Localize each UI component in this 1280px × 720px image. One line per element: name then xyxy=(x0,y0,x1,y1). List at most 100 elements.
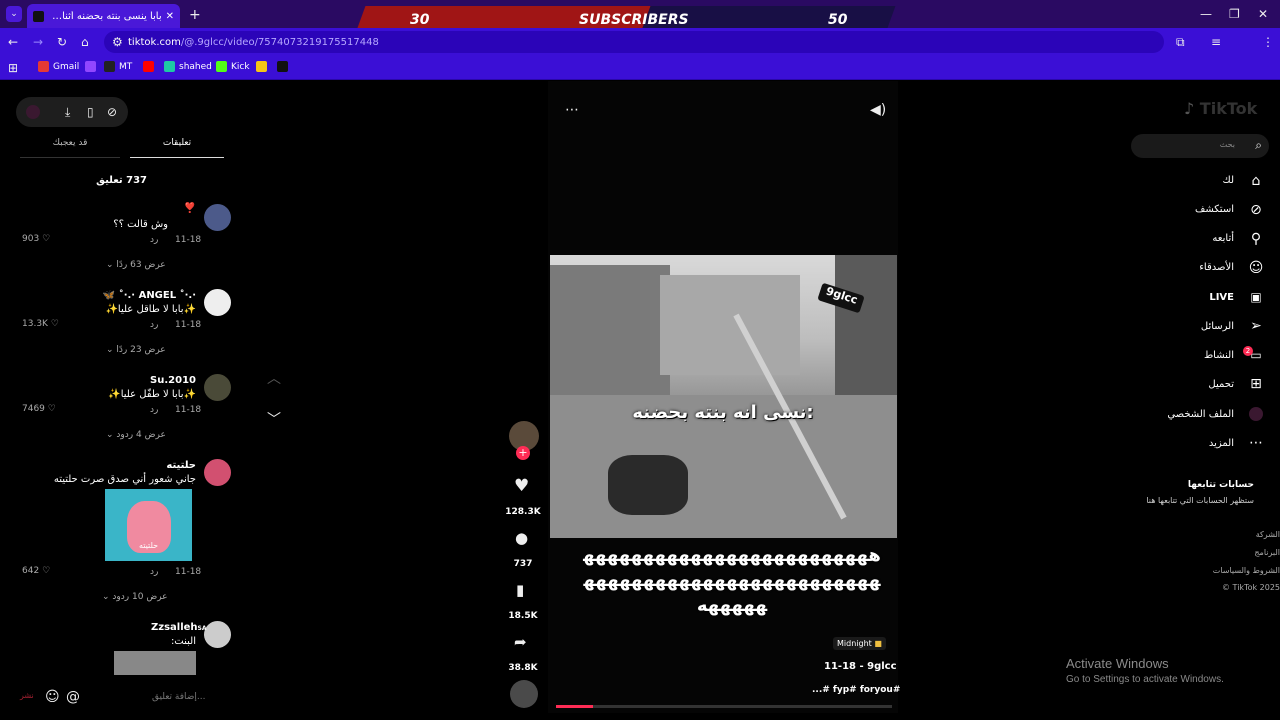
reply-button[interactable]: رد xyxy=(150,567,158,577)
bookmark-misc[interactable] xyxy=(277,61,288,72)
comment-sticker-image[interactable]: حلتيته xyxy=(105,489,192,561)
comment-image[interactable] xyxy=(114,651,196,675)
bookmark-icon[interactable]: ▮ xyxy=(516,583,524,598)
close-icon[interactable]: ✕ xyxy=(1258,8,1268,20)
bookmark-mt[interactable]: MT xyxy=(104,61,132,72)
new-tab-icon[interactable]: + xyxy=(189,8,201,22)
bookmark-twitch[interactable] xyxy=(85,61,96,72)
bookmark-kick[interactable]: Kick xyxy=(216,61,250,72)
like-heart-icon[interactable]: ♥ xyxy=(514,478,529,495)
more-options-icon[interactable]: ⋯ xyxy=(565,103,579,117)
reload-icon[interactable]: ↻ xyxy=(57,36,67,48)
view-replies[interactable]: ⌄ عرض 63 ردًا xyxy=(106,260,166,270)
nav-item-activity[interactable]: النشاط xyxy=(1204,350,1234,361)
emoji-icon[interactable]: ☺ xyxy=(45,690,60,704)
home-icon[interactable]: ⌂ xyxy=(81,36,89,48)
download-icon[interactable]: ⤓ xyxy=(65,106,70,118)
view-replies[interactable]: ⌄ عرض 23 ردًا xyxy=(106,345,166,355)
chevron-up-icon[interactable]: ︿ xyxy=(267,372,281,386)
comment-like[interactable]: 903 ♡ xyxy=(22,234,50,244)
volume-icon[interactable]: ◀) xyxy=(870,103,886,117)
reply-button[interactable]: رد xyxy=(150,405,158,415)
nav-item-explore[interactable]: استكشف xyxy=(1195,204,1234,215)
author-mini-avatar[interactable] xyxy=(26,105,40,119)
windows-activation-sub: Go to Settings to activate Windows. xyxy=(1066,674,1224,685)
menu-icon[interactable]: ⋮ xyxy=(1262,36,1274,48)
avatar[interactable] xyxy=(204,204,231,231)
nav-item-friends[interactable]: الأصدقاء xyxy=(1199,262,1234,273)
nav-item-profile[interactable]: الملف الشخصي xyxy=(1167,409,1234,420)
reply-button[interactable]: رد xyxy=(150,320,158,330)
view-replies[interactable]: ⌄ عرض 10 ردود xyxy=(102,592,168,602)
nav-item-live[interactable]: LIVE xyxy=(1209,292,1234,303)
reply-button[interactable]: رد xyxy=(150,235,158,245)
tab-comments[interactable]: تعليقات xyxy=(130,138,224,158)
site-info-icon[interactable]: ⚙ xyxy=(112,36,123,48)
comment-bubble-icon[interactable]: ● xyxy=(515,531,528,546)
bookmark-youtube[interactable] xyxy=(143,61,154,72)
restore-icon[interactable]: ❐ xyxy=(1229,8,1240,20)
minimize-icon[interactable]: — xyxy=(1200,8,1212,20)
avatar[interactable] xyxy=(204,621,231,648)
notification-badge: 2 xyxy=(1243,346,1253,356)
video-author-line[interactable]: 11-18 - 9glcc xyxy=(824,661,897,672)
comment-input[interactable]: إضافة تعليق... xyxy=(152,692,206,702)
nav-item-messages[interactable]: الرسائل xyxy=(1201,321,1234,332)
footer-terms[interactable]: الشروط والسياسات xyxy=(1180,566,1280,575)
avatar[interactable] xyxy=(204,459,231,486)
comment-user[interactable]: ·.·˚ ANGEL ·.·˚ 🦋 xyxy=(80,290,196,301)
following-title: حسابات تتابعها xyxy=(1187,480,1254,490)
search-input[interactable]: بحث ⌕ xyxy=(1131,134,1269,158)
comment-like[interactable]: 7469 ♡ xyxy=(22,404,56,414)
bookmark-gmail[interactable]: Gmail xyxy=(38,61,79,72)
share-arrow-icon[interactable]: ➦ xyxy=(514,635,527,650)
mention-icon[interactable]: @ xyxy=(66,690,80,704)
tab-search-icon[interactable]: ⌄ xyxy=(6,6,22,22)
shahed-icon xyxy=(164,61,175,72)
tab-close-icon[interactable]: ✕ xyxy=(166,11,174,22)
nav-item-upload[interactable]: تحميل xyxy=(1208,379,1234,390)
comment-like[interactable]: 642 ♡ xyxy=(22,566,50,576)
media-control-icon[interactable]: ≡ xyxy=(1211,36,1221,48)
device-icon[interactable]: ▯ xyxy=(87,106,94,118)
extensions-icon[interactable]: ⧉ xyxy=(1176,36,1185,48)
chevron-down-icon: ⌄ xyxy=(106,260,114,270)
footer-company[interactable]: الشركة xyxy=(1200,530,1280,539)
video-progress-track[interactable] xyxy=(556,705,892,708)
forward-icon[interactable]: → xyxy=(33,36,43,48)
lightbulb-icon xyxy=(256,61,267,72)
address-bar[interactable]: ⚙ tiktok.com/@.9glcc/video/7574073219175… xyxy=(104,31,1164,53)
avatar[interactable] xyxy=(204,374,231,401)
comment-user[interactable]: ZzsallehSA xyxy=(151,622,207,633)
comment-count: 737 تعليق xyxy=(96,175,147,186)
post-button[interactable]: نشر xyxy=(20,691,34,700)
apps-grid-icon[interactable]: ⊞ xyxy=(8,62,18,74)
nav-item-following[interactable]: أتابعه xyxy=(1212,233,1234,244)
heart-outline-icon: ♡ xyxy=(42,234,51,244)
sound-avatar[interactable] xyxy=(510,680,538,708)
bookmark-bulb[interactable] xyxy=(256,61,267,72)
comment-user[interactable]: حلتيته xyxy=(120,460,196,471)
nav-item-more[interactable]: المزيد xyxy=(1209,438,1234,449)
windows-activation-title: Activate Windows xyxy=(1066,656,1169,671)
back-icon[interactable]: ← xyxy=(8,36,18,48)
browser-tab-active[interactable]: ✕ بابا ينسى بنته بحضنه أثناء اللعب | xyxy=(27,4,180,28)
tab-you-may-like[interactable]: قد يعجبك xyxy=(20,138,120,158)
music-tag[interactable]: Midnight ■ xyxy=(833,637,886,650)
upload-icon: ⊞ xyxy=(1250,376,1262,392)
follow-plus-icon[interactable]: + xyxy=(516,446,530,460)
search-icon[interactable]: ⌕ xyxy=(1255,139,1262,151)
comment-user[interactable]: Su.2010 xyxy=(120,375,196,386)
avatar[interactable] xyxy=(204,289,231,316)
nav-item-for-you[interactable]: لك xyxy=(1223,175,1234,186)
video-hashtags[interactable]: ...# fyp# foryou# xyxy=(812,685,900,695)
bookmark-shahed[interactable]: shahed xyxy=(164,61,212,72)
tiktok-logo[interactable]: ♪ TikTok xyxy=(1184,99,1257,118)
explore-icon[interactable]: ⊘ xyxy=(107,106,117,118)
footer-program[interactable]: البرنامج xyxy=(1200,548,1280,557)
comment-like[interactable]: 13.3K ♡ xyxy=(22,319,59,329)
video-frame[interactable]: 9glcc xyxy=(550,255,897,538)
view-replies[interactable]: ⌄ عرض 4 ردود xyxy=(106,430,166,440)
comment-user[interactable]: ❣️ xyxy=(120,203,196,214)
chevron-down-nav-icon[interactable]: ﹀ xyxy=(267,413,281,427)
